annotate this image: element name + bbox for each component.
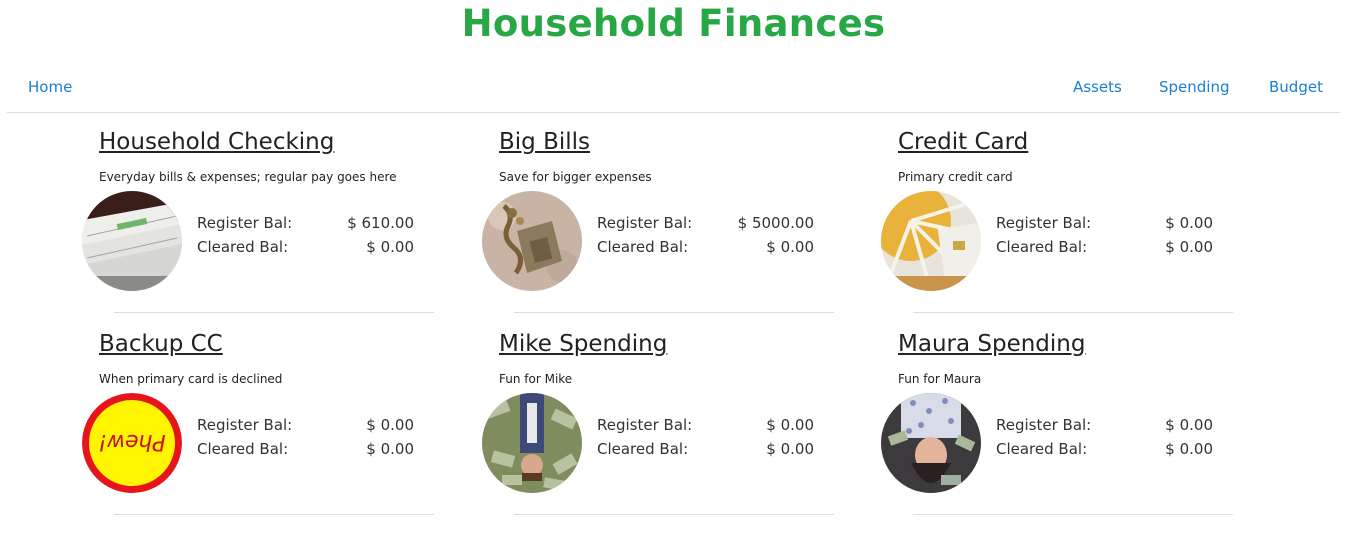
cleared-balance-label: Cleared Bal: — [197, 440, 289, 458]
cleared-balance-value: $ 0.00 — [1165, 238, 1213, 256]
top-nav: Home Assets Spending Budget — [7, 70, 1340, 113]
register-balance-value: $ 0.00 — [366, 416, 414, 434]
cleared-balance-row: Cleared Bal: $ 0.00 — [996, 440, 1213, 460]
cleared-balance-value: $ 0.00 — [366, 238, 414, 256]
account-card-credit-card: Credit Card Primary credit card Register… — [880, 113, 1240, 315]
page-title: Household Finances — [461, 2, 886, 45]
cleared-balance-label: Cleared Bal: — [996, 440, 1088, 458]
register-balance-label: Register Bal: — [996, 416, 1092, 434]
register-balance-row: Register Bal: $ 610.00 — [197, 214, 414, 234]
account-title-link[interactable]: Household Checking — [99, 129, 334, 155]
account-card-maura-spending: Maura Spending Fun for Maura Register Ba… — [880, 315, 1240, 517]
register-balance-row: Register Bal: $ 0.00 — [597, 416, 814, 436]
account-image-checks[interactable] — [82, 191, 182, 291]
card-divider — [514, 312, 834, 313]
account-description: Fun for Maura — [898, 372, 982, 386]
account-description: Everyday bills & expenses; regular pay g… — [99, 170, 397, 184]
account-title-link[interactable]: Mike Spending — [499, 331, 667, 357]
account-title-link[interactable]: Credit Card — [898, 129, 1028, 155]
account-card-household-checking: Household Checking Everyday bills & expe… — [81, 113, 441, 315]
account-image-money[interactable] — [482, 191, 582, 291]
register-balance-row: Register Bal: $ 0.00 — [996, 416, 1213, 436]
register-balance-label: Register Bal: — [996, 214, 1092, 232]
cleared-balance-label: Cleared Bal: — [597, 440, 689, 458]
account-title-link[interactable]: Big Bills — [499, 129, 590, 155]
register-balance-value: $ 0.00 — [766, 416, 814, 434]
register-balance-row: Register Bal: $ 0.00 — [197, 416, 414, 436]
cleared-balance-value: $ 0.00 — [766, 440, 814, 458]
cleared-balance-row: Cleared Bal: $ 0.00 — [996, 238, 1213, 258]
register-balance-label: Register Bal: — [197, 214, 293, 232]
register-balance-value: $ 0.00 — [1165, 214, 1213, 232]
account-description: Save for bigger expenses — [499, 170, 652, 184]
account-card-big-bills: Big Bills Save for bigger expenses Regis… — [481, 113, 841, 315]
card-divider — [913, 312, 1233, 313]
cleared-balance-value: $ 0.00 — [766, 238, 814, 256]
register-balance-row: Register Bal: $ 0.00 — [996, 214, 1213, 234]
cleared-balance-value: $ 0.00 — [1165, 440, 1213, 458]
account-description: Fun for Mike — [499, 372, 573, 386]
card-divider — [514, 514, 834, 515]
nav-spending-link[interactable]: Spending — [1159, 78, 1230, 96]
account-title-link[interactable]: Maura Spending — [898, 331, 1085, 357]
account-image-maura[interactable] — [881, 393, 981, 493]
account-description: When primary card is declined — [99, 372, 283, 386]
register-balance-value: $ 610.00 — [347, 214, 414, 232]
cleared-balance-label: Cleared Bal: — [996, 238, 1088, 256]
account-description: Primary credit card — [898, 170, 1013, 184]
register-balance-label: Register Bal: — [597, 416, 693, 434]
account-image-credit-card[interactable] — [881, 191, 981, 291]
nav-home-link[interactable]: Home — [28, 78, 72, 96]
card-divider — [114, 514, 434, 515]
nav-budget-link[interactable]: Budget — [1269, 78, 1323, 96]
register-balance-value: $ 0.00 — [1165, 416, 1213, 434]
cleared-balance-label: Cleared Bal: — [597, 238, 689, 256]
cleared-balance-row: Cleared Bal: $ 0.00 — [597, 238, 814, 258]
register-balance-label: Register Bal: — [597, 214, 693, 232]
phew-badge-text: Phew! — [98, 429, 166, 454]
cleared-balance-row: Cleared Bal: $ 0.00 — [197, 440, 414, 460]
cleared-balance-label: Cleared Bal: — [197, 238, 289, 256]
cleared-balance-row: Cleared Bal: $ 0.00 — [197, 238, 414, 258]
register-balance-value: $ 5000.00 — [737, 214, 814, 232]
account-image-mike[interactable] — [482, 393, 582, 493]
account-image-phew-badge[interactable]: Phew! — [82, 393, 182, 493]
cleared-balance-row: Cleared Bal: $ 0.00 — [597, 440, 814, 460]
register-balance-row: Register Bal: $ 5000.00 — [597, 214, 814, 234]
account-card-backup-cc: Backup CC When primary card is declined … — [81, 315, 441, 517]
nav-assets-link[interactable]: Assets — [1073, 78, 1122, 96]
account-title-link[interactable]: Backup CC — [99, 331, 223, 357]
cleared-balance-value: $ 0.00 — [366, 440, 414, 458]
register-balance-label: Register Bal: — [197, 416, 293, 434]
account-card-mike-spending: Mike Spending Fun for Mike Register Bal:… — [481, 315, 841, 517]
card-divider — [114, 312, 434, 313]
card-divider — [913, 514, 1233, 515]
